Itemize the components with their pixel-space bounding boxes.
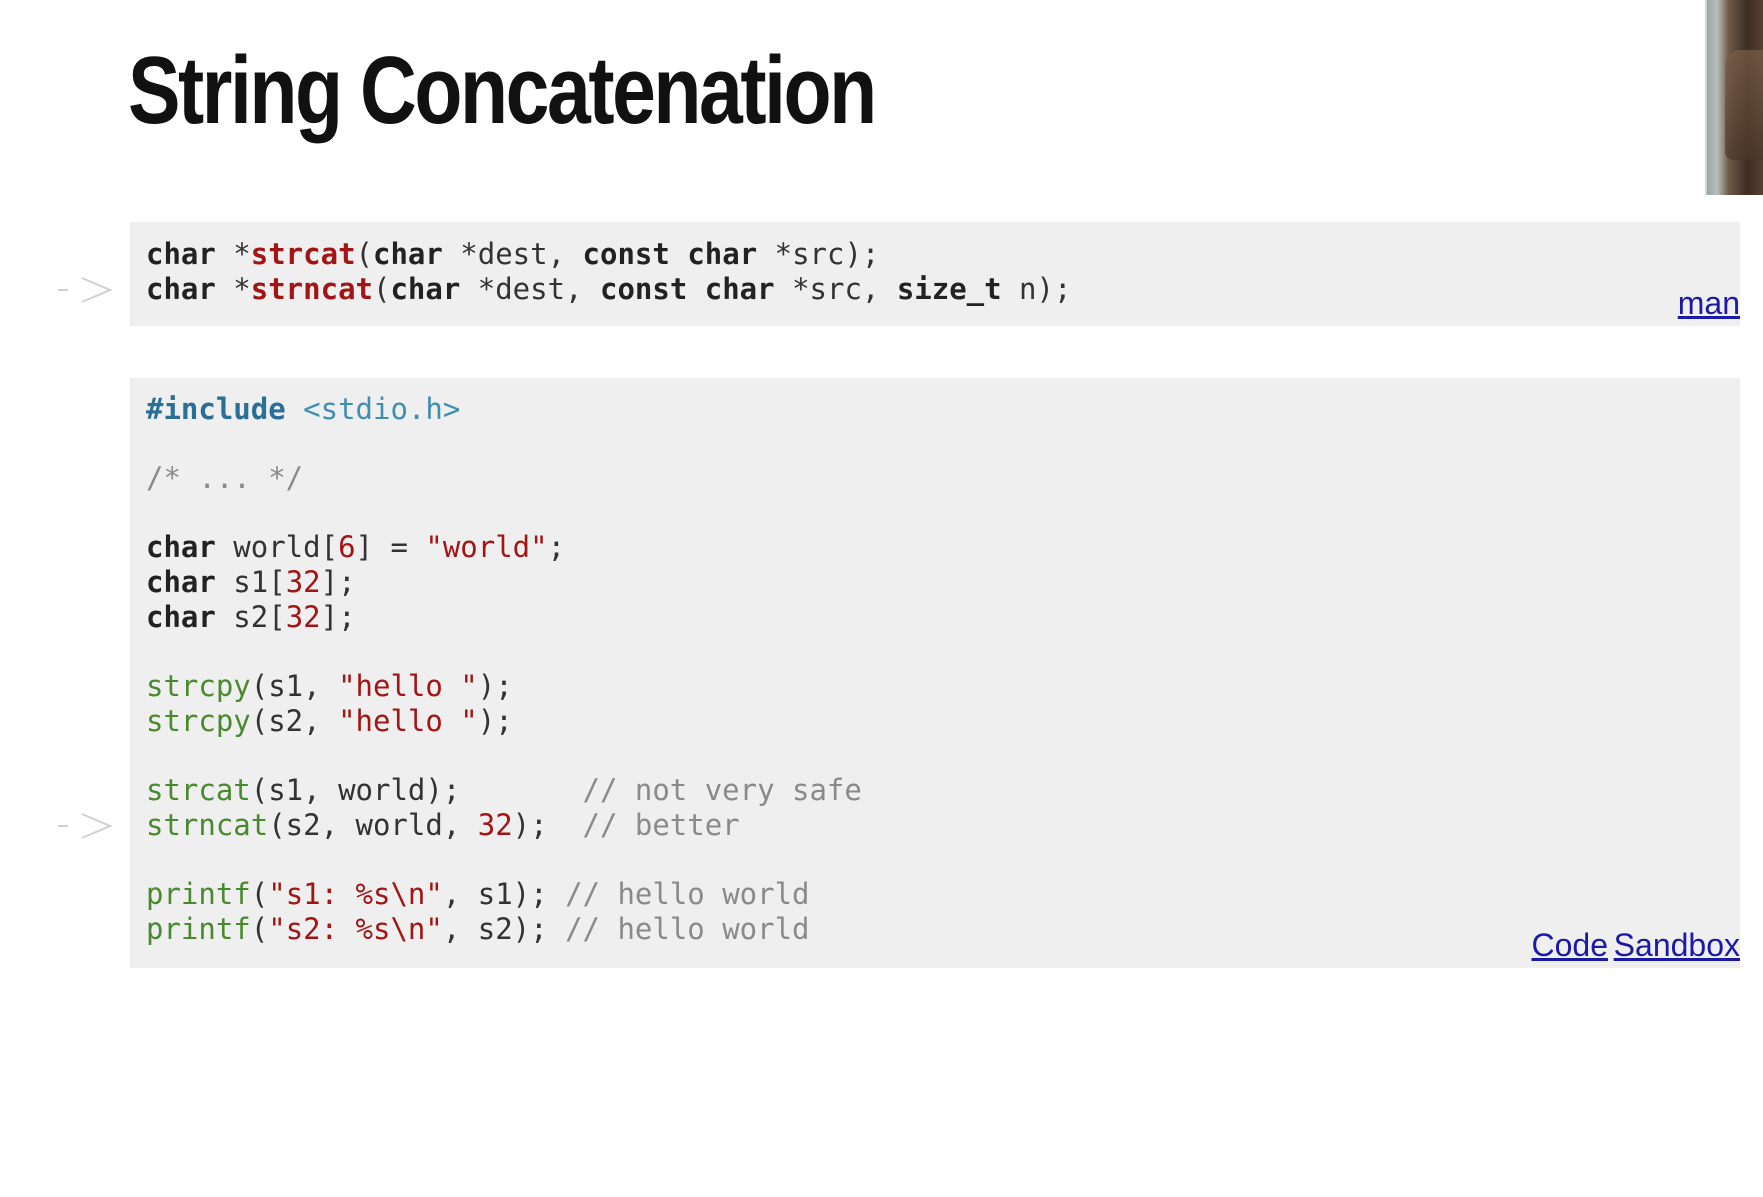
code-token: * [215, 237, 251, 271]
code-token: strncat [146, 808, 269, 842]
code-token: // hello world [565, 912, 810, 946]
pointer-arrow-icon [58, 813, 113, 839]
code-token: s1[ [215, 565, 286, 599]
code-token: char [704, 272, 775, 306]
code-token: size_t [896, 272, 1002, 306]
code-token: (s2, [250, 704, 339, 738]
code-token: printf [146, 912, 251, 946]
code-token: * [215, 272, 251, 306]
pointer-arrow-icon [58, 277, 113, 303]
code-token: n); [1001, 272, 1072, 306]
strcat-line: strcat(s1, world); // not very safe [130, 773, 1740, 808]
code-token: 32 [285, 600, 321, 634]
code-token: <stdio.h> [285, 392, 461, 426]
code-token: // better [582, 808, 740, 842]
code-token: 6 [338, 530, 356, 564]
code-token: ); [512, 808, 583, 842]
code-token: , s2); [442, 912, 566, 946]
printf-s2-line: printf("s2: %s\n", s2); // hello world [130, 912, 1740, 947]
code-token: s2[ [215, 600, 286, 634]
strcpy-s2-line: strcpy(s2, "hello "); [130, 704, 1740, 739]
strcpy-s1-line: strcpy(s1, "hello "); [130, 669, 1740, 704]
code-token: "hello " [338, 669, 478, 703]
code-token: world[ [215, 530, 339, 564]
slide-title: String Concatenation [128, 37, 877, 144]
code-token: strcpy [146, 704, 251, 738]
code-token: *src, [774, 272, 897, 306]
code-token: (s2, world, [268, 808, 478, 842]
code-token: ] = [355, 530, 426, 564]
code-token: strcat [250, 237, 356, 271]
example-code-block: #include <stdio.h> /* ... */ char world[… [58, 378, 1740, 968]
code-token: const [599, 272, 688, 306]
code-token: 32 [285, 565, 321, 599]
code-token: char [373, 237, 443, 271]
code-token: "s2: %s\n" [268, 912, 443, 946]
code-token: char [687, 237, 758, 271]
code-token: ]; [320, 565, 356, 599]
code-token: *src); [757, 237, 880, 271]
code-token: ( [250, 912, 269, 946]
code-token: ( [355, 237, 373, 271]
code-token: strcat [146, 773, 251, 807]
code-token: *dest, [460, 272, 600, 306]
code-token: "hello " [338, 704, 478, 738]
code-token: (s1, [250, 669, 339, 703]
code-token: *dest, [442, 237, 583, 271]
code-token: ; [547, 530, 566, 564]
code-token: , s1); [442, 877, 566, 911]
code-token: // not very safe [582, 773, 862, 807]
code-token: char [146, 530, 216, 564]
code-token: ); [477, 669, 513, 703]
include-line: #include <stdio.h> [130, 392, 1740, 427]
comment-line: /* ... */ [130, 461, 1740, 496]
code-token: "s1: %s\n" [268, 877, 443, 911]
decl-s2-line: char s2[32]; [130, 600, 1740, 635]
printf-s1-line: printf("s1: %s\n", s1); // hello world [130, 877, 1740, 912]
code-token: 32 [477, 808, 513, 842]
code-token: strcpy [146, 669, 251, 703]
code-token: (s1, world); [250, 773, 583, 807]
man-link[interactable]: man [1678, 285, 1740, 322]
code-token: char [390, 272, 461, 306]
code-token: ( [250, 877, 269, 911]
decl-s1-line: char s1[32]; [130, 565, 1740, 600]
code-token: char [146, 565, 216, 599]
code-token: const [582, 237, 670, 271]
decl-world-line: char world[6] = "world"; [130, 530, 1740, 565]
sandbox-link[interactable]: Sandbox [1614, 927, 1740, 964]
code-link[interactable]: Code [1532, 927, 1609, 964]
code-token: /* ... */ [146, 461, 304, 495]
code-token: ( [372, 272, 391, 306]
code-token: strncat [250, 272, 373, 306]
code-token: ); [477, 704, 513, 738]
code-token: char [146, 272, 216, 306]
strncat-line: strncat(s2, world, 32); // better [58, 808, 1740, 843]
strcat-signature: char *strcat(char *dest, const char *src… [130, 237, 1740, 272]
code-token: // hello world [565, 877, 810, 911]
strncat-signature: char *strncat(char *dest, const char *sr… [58, 272, 1740, 307]
code-token: printf [146, 877, 251, 911]
code-token: ]; [320, 600, 356, 634]
signature-code-block: char *strcat(char *dest, const char *src… [58, 222, 1740, 326]
code-token: "world" [425, 530, 548, 564]
webcam-thumbnail [1705, 0, 1763, 195]
code-token: char [146, 237, 216, 271]
code-token: char [146, 600, 216, 634]
code-token: #include [146, 392, 286, 426]
